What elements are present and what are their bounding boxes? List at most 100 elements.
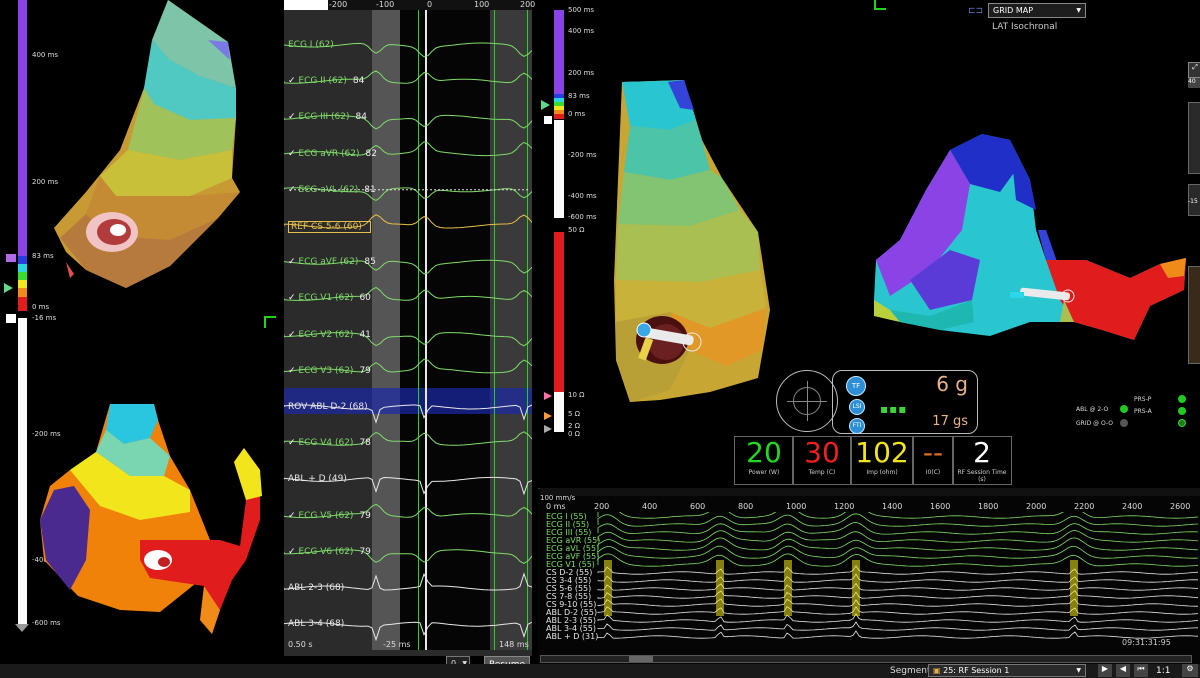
rf-time-label: RF Session Time (s) [957, 469, 1007, 483]
lead-label: ECG V3 (62) [298, 365, 354, 376]
lateral-anatomy-map[interactable] [614, 80, 770, 402]
lead-label: ECG V2 (62) [298, 329, 354, 340]
upper-anatomy-map[interactable] [54, 0, 240, 288]
lead-check-icon[interactable]: ✓ [288, 76, 298, 86]
lead-label: ABL + D (49) [288, 474, 347, 485]
step-back-button[interactable]: ◀ [1116, 664, 1130, 677]
lead-row[interactable]: ✓ ECG aVF (62) 85 [288, 257, 376, 267]
left-3d-maps[interactable] [40, 0, 280, 640]
imp-grey-marker[interactable] [544, 425, 552, 433]
realtime-axis-tick: 1800 [978, 502, 999, 511]
lead-row[interactable]: ABL + D (49) [288, 474, 353, 484]
imp-tick-2: 2 Ω [568, 422, 581, 430]
lead-row[interactable]: ✓ ECG III (62) 84 [288, 112, 367, 122]
play-button[interactable]: ▶ [1098, 664, 1112, 677]
realtime-axis-tick: 2000 [1026, 502, 1047, 511]
activation-marker [716, 560, 724, 616]
realtime-waveform [597, 606, 1199, 615]
realtime-axis-tick: 2400 [1122, 502, 1143, 511]
lead-row[interactable]: ✓ ECG V5 (62) 79 [288, 511, 371, 521]
lat-cyan-band [18, 264, 27, 272]
realtime-axis-tick: 1600 [930, 502, 951, 511]
contact-force-value: 6 g [936, 372, 968, 396]
lead-row[interactable]: ✓ ECG aVL (62) 81 [288, 185, 376, 195]
lead-row[interactable]: ✓ ECG II (62) 84 [288, 76, 364, 86]
lead-row[interactable]: ✓ ECG V2 (62) 41 [288, 330, 371, 340]
green-marker-handle[interactable] [4, 283, 13, 293]
skip-back-button[interactable]: ⏮ [1134, 664, 1148, 677]
expand-icon[interactable]: ⤢ [1188, 62, 1200, 78]
prs-indicator-led [1178, 419, 1186, 427]
imp-pink-marker[interactable] [544, 392, 552, 400]
lead-check-icon[interactable]: ✓ [288, 547, 298, 557]
realtime-waveform [597, 582, 1199, 591]
realtime-scroll-thumb[interactable] [629, 656, 653, 662]
mid-tick-400: 400 ms [568, 27, 595, 35]
lead-row[interactable]: ROV ABL D-2 (68) [288, 402, 374, 412]
lead-row[interactable]: ABL 3-4 (68) [288, 619, 350, 629]
lead-check-icon[interactable]: ✓ [288, 293, 298, 303]
upper-threshold-handle[interactable] [6, 254, 16, 262]
lead-check-icon[interactable]: ✓ [288, 511, 298, 521]
map-layer-icon[interactable]: ⊏⊐ [968, 6, 983, 16]
mid-tick-0: 0 ms [568, 110, 586, 118]
trace-window-end: 148 ms [499, 640, 529, 649]
segment-select[interactable]: ▣ 25: RF Session 1 ▼ [928, 664, 1086, 677]
lead-label: ECG aVR (62) [298, 148, 360, 159]
temperature-label: Temp (C) [808, 469, 836, 476]
lead-row[interactable]: ✓ ECG V6 (62) 79 [288, 547, 371, 557]
lsi-badge[interactable]: LSI [849, 399, 865, 415]
trace-window-start: -25 ms [383, 640, 411, 649]
realtime-waveform [597, 530, 1199, 543]
map-type-select[interactable]: GRID MAP ▼ [988, 3, 1086, 18]
lead-interval-value: 78 [359, 438, 371, 449]
lower-anatomy-map[interactable] [40, 404, 262, 634]
lead-check-icon[interactable]: ✓ [288, 112, 298, 122]
main-view-corner-icon [874, 0, 886, 10]
lead-row[interactable]: ABL 2-3 (68) [288, 583, 350, 593]
map-type-value: GRID MAP [993, 6, 1034, 15]
settings-icon[interactable]: ⚙ [1182, 664, 1198, 677]
realtime-channel-label[interactable]: ABL + D (31) [546, 633, 598, 641]
lead-check-icon[interactable]: ✓ [288, 257, 298, 267]
segment-label: Segment [890, 666, 931, 676]
right-zoom-slider[interactable] [1188, 102, 1200, 174]
map-subtitle: LAT Isochronal [992, 22, 1058, 32]
lead-row[interactable]: ✓ ECG V1 (62) 60 [288, 293, 371, 303]
realtime-scrollbar[interactable] [540, 655, 1192, 663]
lead-label: ECG II (62) [298, 76, 347, 87]
mid-tick-83: 83 ms [568, 92, 590, 100]
realtime-waveforms [597, 512, 1199, 639]
lead-interval-value: 82 [365, 148, 377, 159]
dial-inner-ring [793, 387, 821, 415]
lead-row[interactable]: ✓ ECG V4 (62) 78 [288, 438, 371, 448]
mid-lower-handle[interactable] [544, 116, 552, 124]
lead-check-icon[interactable]: ✓ [288, 438, 298, 448]
lead-check-icon[interactable]: ✓ [288, 330, 298, 340]
fti-badge[interactable]: FTI [849, 418, 865, 434]
lead-label: ECG aVL (62) [298, 184, 359, 195]
posterior-anatomy-map[interactable] [874, 134, 1186, 340]
mid-lat-white [554, 120, 564, 218]
activation-marker [1070, 560, 1078, 616]
lead-row[interactable]: ✓ ECG aVR (62) 82 [288, 149, 377, 159]
tf-badge[interactable]: TF [846, 376, 866, 396]
imp-orange-marker[interactable] [544, 412, 552, 420]
realtime-axis-tick: 0 ms [546, 502, 566, 511]
lead-check-icon[interactable]: ✓ [288, 149, 298, 159]
lead-label: ABL 2-3 (68) [288, 583, 345, 593]
temperature-metric: 30 Temp (C) [792, 436, 852, 485]
right-tool-palette[interactable] [1188, 266, 1200, 364]
lead-row[interactable]: ECG I (62) [288, 40, 340, 50]
main-3d-maps[interactable] [590, 60, 1200, 420]
trace-timebase: 0.50 s [288, 640, 313, 649]
lower-threshold-handle[interactable] [6, 314, 16, 323]
realtime-waveform [597, 590, 1199, 599]
scale-down-arrow-icon[interactable] [15, 624, 29, 632]
lead-row[interactable]: REF CS 5-6 (60) [288, 221, 371, 233]
mid-green-marker-handle[interactable] [541, 100, 550, 110]
lead-check-icon[interactable]: ✓ [288, 366, 298, 376]
lead-check-icon[interactable]: ✓ [288, 185, 298, 195]
lead-row[interactable]: ✓ ECG V3 (62) 79 [288, 366, 371, 376]
realtime-waveform [597, 565, 1199, 575]
